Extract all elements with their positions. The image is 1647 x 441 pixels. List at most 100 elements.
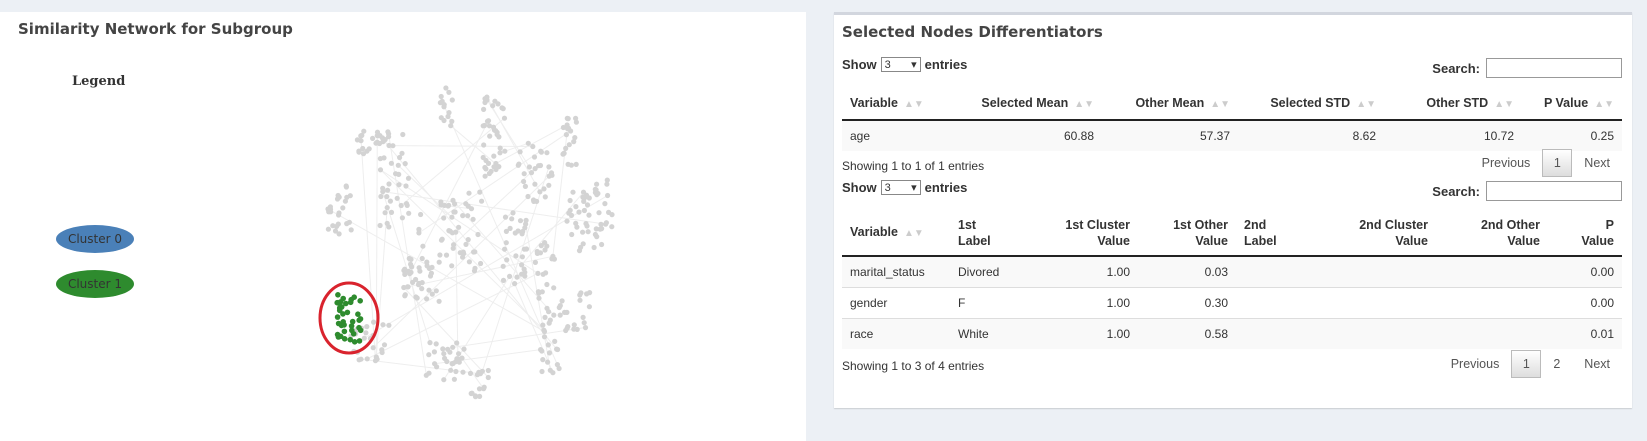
page-1-button[interactable]: 1 <box>1542 149 1573 177</box>
network-node <box>380 322 386 328</box>
network-node <box>488 168 494 174</box>
col-variable[interactable]: Variable ▲▼ <box>842 210 950 257</box>
table2: Variable ▲▼ 1st Label 1st Cluster Value 1st… <box>842 210 1622 349</box>
page-1-button[interactable]: 1 <box>1511 350 1542 378</box>
previous-button[interactable]: Previous <box>1439 357 1512 371</box>
network-node <box>363 330 369 336</box>
differentiators-panel: Selected Nodes Differentiators Show 3 ▾ e… <box>834 12 1632 408</box>
network-panel: Similarity Network for Subgroup Legend C… <box>0 12 806 441</box>
table-row[interactable]: age 60.88 57.37 8.62 10.72 0.25 <box>842 119 1622 151</box>
network-node <box>451 209 457 215</box>
table1-search-input[interactable] <box>1486 58 1622 78</box>
col-other-mean[interactable]: Other Mean ▲▼ <box>1102 88 1238 121</box>
col-label: 2nd Other <box>1480 217 1540 232</box>
col-label: 1st Other <box>1173 217 1228 232</box>
col-1st-cluster-value[interactable]: 1st Cluster Value <box>1026 210 1138 257</box>
network-node <box>497 150 503 156</box>
network-node <box>582 195 588 201</box>
col-p-value[interactable]: P Value <box>1548 210 1622 257</box>
network-node <box>563 132 569 138</box>
network-node <box>594 181 600 187</box>
selected-node <box>348 323 355 329</box>
network-node <box>551 312 557 318</box>
network-node <box>382 210 388 216</box>
cell: 8.62 <box>1238 119 1384 151</box>
network-node <box>445 113 451 120</box>
page-length-value: 3 <box>884 58 891 71</box>
network-node <box>525 193 531 200</box>
col-selected-mean[interactable]: Selected Mean ▲▼ <box>948 88 1102 121</box>
next-button[interactable]: Next <box>1572 156 1622 170</box>
col-2nd-cluster-value[interactable]: 2nd Cluster Value <box>1312 210 1436 257</box>
network-graph[interactable] <box>300 82 660 422</box>
page-2-button[interactable]: 2 <box>1541 357 1572 371</box>
sort-icon: ▲▼ <box>1594 98 1614 110</box>
network-node <box>551 285 557 291</box>
col-p-value[interactable]: P Value ▲▼ <box>1522 88 1622 121</box>
network-node <box>606 209 612 215</box>
network-node <box>361 335 367 341</box>
network-node <box>502 214 509 220</box>
entries-label: entries <box>924 57 968 72</box>
network-node <box>523 246 530 252</box>
search-label: Search: <box>1432 60 1480 76</box>
col-2nd-label[interactable]: 2nd Label <box>1236 210 1312 257</box>
network-node <box>419 255 425 262</box>
cell <box>1312 255 1436 288</box>
col-2nd-other-value[interactable]: 2nd Other Value <box>1436 210 1548 257</box>
network-node <box>466 190 472 196</box>
network-node <box>330 223 336 229</box>
network-node <box>534 250 540 256</box>
next-button[interactable]: Next <box>1572 357 1622 371</box>
network-node <box>517 149 523 155</box>
network-node <box>433 341 439 347</box>
previous-button[interactable]: Previous <box>1470 156 1543 170</box>
network-node <box>446 89 452 95</box>
col-selected-std[interactable]: Selected STD ▲▼ <box>1238 88 1384 121</box>
col-other-std[interactable]: Other STD ▲▼ <box>1384 88 1522 121</box>
network-node <box>512 281 518 287</box>
col-1st-other-value[interactable]: 1st Other Value <box>1138 210 1236 257</box>
network-edge <box>441 101 560 369</box>
network-node <box>419 286 425 292</box>
network-node <box>603 221 609 227</box>
legend-cluster-0[interactable]: Cluster 0 <box>56 225 134 253</box>
network-node <box>395 162 401 168</box>
network-node <box>438 237 445 243</box>
network-node <box>493 166 499 173</box>
cell: F <box>950 287 1026 319</box>
network-node <box>546 164 552 170</box>
table-row[interactable]: race White 1.00 0.58 0.01 <box>842 318 1622 349</box>
network-node <box>396 182 402 188</box>
col-variable[interactable]: Variable ▲▼ <box>842 88 948 121</box>
network-node <box>396 171 402 177</box>
network-node <box>386 181 392 187</box>
network-node <box>481 142 487 148</box>
table1-page-length-select[interactable]: 3 ▾ <box>880 57 921 72</box>
selected-node <box>356 324 362 331</box>
network-node <box>370 135 376 141</box>
table-row[interactable]: marital_status Divored 1.00 0.03 0.00 <box>842 255 1622 288</box>
cell: 1.00 <box>1026 318 1138 349</box>
network-node <box>594 190 600 196</box>
table2-search: Search: <box>1432 181 1622 201</box>
legend-cluster-1[interactable]: Cluster 1 <box>56 270 134 298</box>
selected-node <box>347 299 354 306</box>
table-row[interactable]: gender F 1.00 0.30 0.00 <box>842 287 1622 319</box>
network-node <box>519 231 525 237</box>
network-node <box>530 143 536 150</box>
table2-length-control: Show 3 ▾ entries <box>842 180 967 195</box>
network-node <box>344 221 350 227</box>
network-node <box>449 97 455 103</box>
table1-pagination: Previous 1 Next <box>1470 149 1622 177</box>
table2-search-input[interactable] <box>1486 181 1622 201</box>
network-node <box>580 189 587 195</box>
col-1st-label[interactable]: 1st Label <box>950 210 1026 257</box>
table2-page-length-select[interactable]: 3 ▾ <box>880 180 921 195</box>
network-node <box>364 148 370 154</box>
network-node <box>604 181 610 187</box>
network-node <box>483 166 489 172</box>
network-node <box>485 374 491 381</box>
network-node <box>427 340 433 346</box>
network-node <box>540 322 546 328</box>
